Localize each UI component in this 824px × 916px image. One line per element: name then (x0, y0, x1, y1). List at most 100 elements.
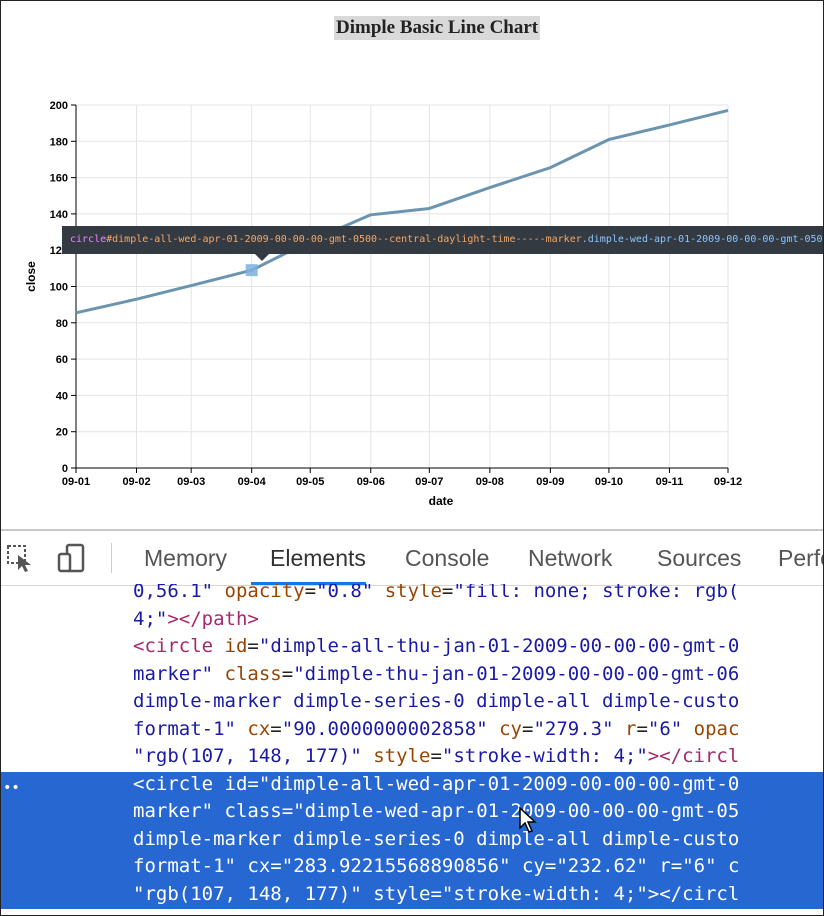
code-token: "stroke-width: 4;" (441, 882, 648, 905)
elements-dom-tree[interactable]: •• 0,56.1" opacity="0.8" style="fill: no… (1, 584, 823, 915)
x-axis-title: date (429, 494, 454, 508)
code-token: = (544, 855, 557, 877)
code-token: "dimple-all-wed-apr-01-2009-00-00-00-gmt… (258, 772, 740, 795)
code-token: style (373, 745, 431, 767)
x-tick-label: 09-03 (177, 476, 205, 488)
code-token: = (430, 745, 442, 767)
code-token: "283.92215568890856" (281, 855, 511, 877)
y-tick-label: 40 (56, 390, 68, 402)
x-tick-label: 09-11 (656, 476, 684, 488)
code-token: 0,56.1" (133, 584, 214, 602)
code-token: "0.8" (316, 584, 374, 602)
code-token: = (636, 717, 648, 740)
dom-node-line[interactable]: 4;"></path> (133, 606, 259, 633)
code-token: = (670, 855, 683, 877)
y-tick-label: 100 (50, 282, 68, 294)
code-token: style (384, 584, 442, 602)
y-axis-title: close (24, 261, 38, 292)
y-tick-label: 0 (62, 463, 68, 475)
dom-node-line[interactable]: 0,56.1" opacity="0.8" style="fill: none;… (133, 584, 739, 605)
code-token: opac (693, 717, 740, 740)
code-token: = (270, 717, 282, 740)
x-tick-label: 09-05 (296, 476, 324, 488)
code-token: ></path> (167, 607, 259, 630)
dom-node-line[interactable]: marker" class="dimple-wed-apr-01-2009-00… (133, 798, 739, 825)
x-tick-label: 09-04 (238, 476, 267, 488)
dom-node-line[interactable]: <circle id="dimple-all-wed-apr-01-2009-0… (133, 771, 739, 798)
code-token: = (441, 584, 454, 602)
code-token: ></circl (647, 745, 740, 767)
dom-node-line[interactable]: "rgb(107, 148, 177)" style="stroke-width… (133, 881, 739, 908)
x-tick-label: 09-07 (415, 476, 443, 488)
code-token: style (373, 882, 431, 905)
tab-elements[interactable]: Elements (270, 545, 366, 572)
x-tick-label: 09-06 (357, 476, 385, 488)
y-tick-label: 140 (50, 209, 68, 221)
code-token: = (522, 717, 534, 740)
code-token: cy (521, 855, 545, 877)
code-token: <circle (133, 635, 214, 657)
highlighted-marker (245, 264, 258, 277)
tooltip-tag: circle (70, 234, 107, 245)
y-tick-label: 200 (50, 100, 68, 112)
code-token: format-1" (133, 855, 236, 877)
device-toolbar-icon[interactable] (57, 543, 87, 573)
code-token: format-1" (133, 717, 236, 740)
code-token: opacity (224, 584, 305, 602)
tab-console[interactable]: Console (405, 545, 489, 572)
code-token: ></circl (647, 882, 740, 905)
dom-node-line[interactable]: format-1" cx="90.0000000002858" cy="279.… (133, 716, 739, 743)
code-token: = (247, 772, 259, 795)
x-tick-label: 09-08 (476, 476, 504, 488)
code-token: = (304, 584, 317, 602)
tab-sources[interactable]: Sources (657, 545, 741, 572)
devtools-panel: Memory Elements Console Network Sources … (1, 529, 823, 915)
x-tick-label: 09-12 (714, 476, 742, 488)
tab-network[interactable]: Network (528, 545, 612, 572)
code-token: "6" (647, 717, 683, 740)
tooltip-arrow (255, 254, 269, 261)
code-token: "6" (682, 855, 717, 877)
y-tick-label: 180 (50, 136, 68, 148)
code-token: "stroke-width: 4;" (441, 745, 648, 767)
x-tick-label: 09-02 (122, 476, 150, 488)
code-token: "dimple-thu-jan-01-2009-00-00-00-gmt-06 (293, 662, 740, 685)
code-token: "279.3" (533, 717, 614, 740)
y-tick-label: 60 (56, 354, 68, 366)
code-token: = (281, 800, 294, 822)
dom-node-line[interactable]: dimple-marker dimple-series-0 dimple-all… (133, 826, 739, 853)
x-tick-label: 09-09 (536, 476, 564, 488)
code-token: class (224, 662, 282, 685)
dom-node-line[interactable]: format-1" cx="283.92215568890856" cy="23… (133, 853, 739, 880)
x-tick-label: 09-01 (62, 476, 90, 488)
dom-node-line[interactable]: "rgb(107, 148, 177)" style="stroke-width… (133, 743, 739, 770)
code-token: r (624, 717, 637, 740)
tooltip-class: .dimple-wed-apr-01-2009-00-00-00-gmt-050… (581, 234, 824, 245)
code-token: "dimple-wed-apr-01-2009-00-00-00-gmt-05 (293, 800, 740, 822)
dom-node-line[interactable]: dimple-marker dimple-series-0 dimple-all… (133, 688, 739, 715)
code-token: cy (499, 717, 522, 740)
code-token: dimple-marker dimple-series-0 dimple-all… (133, 690, 740, 712)
line-chart: 02040608010012014016018020009-01 09-02 09-… (24, 100, 742, 508)
code-token: marker" (133, 662, 214, 685)
code-token: cx (247, 717, 271, 740)
dom-node-line[interactable]: marker" class="dimple-thu-jan-01-2009-00… (133, 661, 739, 688)
code-token: = (430, 882, 442, 905)
tooltip-id: #dimple-all-wed-apr-01-2009-00-00-00-gmt… (106, 234, 582, 245)
code-token: r (659, 855, 671, 877)
code-token: "232.62" (556, 855, 648, 877)
tab-performance[interactable]: Perfo (778, 545, 823, 572)
mouse-cursor-icon (519, 806, 537, 833)
tab-memory[interactable]: Memory (144, 545, 227, 572)
code-token: dimple-marker dimple-series-0 dimple-all… (133, 827, 740, 850)
chart-title: Dimple Basic Line Chart (334, 16, 541, 40)
dom-node-line[interactable]: <circle id="dimple-all-thu-jan-01-2009-0… (133, 633, 739, 660)
inspect-element-icon[interactable] (5, 543, 35, 573)
